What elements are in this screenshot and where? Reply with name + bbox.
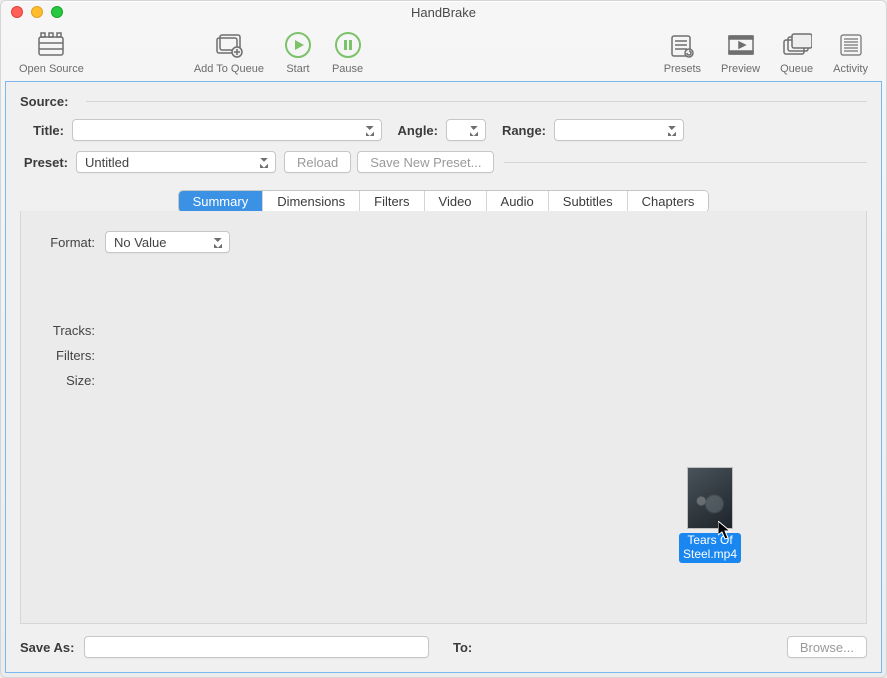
presets-label: Presets [664,63,701,75]
summary-panel: Format: No Value Tracks: Filters: Size: … [20,211,867,624]
queue-icon [782,29,812,61]
presets-button[interactable]: Presets [654,29,711,75]
tab-dimensions[interactable]: Dimensions [263,191,360,212]
angle-select[interactable] [446,119,486,141]
tab-summary[interactable]: Summary [179,191,264,212]
reload-button[interactable]: Reload [284,151,351,173]
tab-filters[interactable]: Filters [360,191,424,212]
open-source-icon [36,29,66,61]
angle-label: Angle: [396,123,438,138]
save-new-preset-button[interactable]: Save New Preset... [357,151,494,173]
toolbar-right: Presets Preview Queue Activity [654,29,878,75]
preview-label: Preview [721,63,760,75]
browse-button[interactable]: Browse... [787,636,867,658]
tabs: Summary Dimensions Filters Video Audio S… [179,191,709,212]
tab-audio[interactable]: Audio [487,191,549,212]
start-button[interactable]: Start [274,29,322,75]
title-label: Title: [20,123,64,138]
file-thumbnail-icon [687,467,733,529]
pause-icon [334,29,362,61]
dragged-file[interactable]: Tears Of Steel.mp4 [674,467,746,563]
preview-icon [727,29,755,61]
tab-chapters[interactable]: Chapters [628,191,709,212]
add-to-queue-button[interactable]: Add To Queue [184,29,274,75]
close-icon[interactable] [11,6,23,18]
titlebar: HandBrake [1,1,886,23]
tab-video[interactable]: Video [425,191,487,212]
source-label: Source: [20,94,68,109]
format-select[interactable]: No Value [105,231,230,253]
add-queue-icon [214,29,244,61]
open-source-button[interactable]: Open Source [9,29,94,75]
pause-label: Pause [332,63,363,75]
save-as-input[interactable] [84,636,429,658]
tracks-row: Tracks: [39,323,848,338]
size-row: Size: [39,373,848,388]
zoom-icon[interactable] [51,6,63,18]
title-select[interactable] [72,119,382,141]
preview-button[interactable]: Preview [711,29,770,75]
tab-subtitles[interactable]: Subtitles [549,191,628,212]
filters-label: Filters: [39,348,95,363]
start-label: Start [286,63,309,75]
queue-button[interactable]: Queue [770,29,823,75]
filters-row: Filters: [39,348,848,363]
traffic-lights [1,6,63,18]
preset-select[interactable]: Untitled [76,151,276,173]
tracks-label: Tracks: [39,323,95,338]
format-label: Format: [39,235,95,250]
main-content: Source: Title: Angle: Range: Preset: Unt… [5,81,882,673]
queue-label: Queue [780,63,813,75]
range-select[interactable] [554,119,684,141]
size-label: Size: [39,373,95,388]
add-queue-label: Add To Queue [194,63,264,75]
toolbar-left: Open Source Add To Queue Start Pause [9,29,373,75]
to-label: To: [453,640,517,655]
window-title: HandBrake [1,5,886,20]
range-label: Range: [500,123,546,138]
play-icon [284,29,312,61]
open-source-label: Open Source [19,63,84,75]
preset-row: Preset: Untitled Reload Save New Preset.… [20,151,867,173]
save-row: Save As: To: Browse... [20,636,867,658]
window: HandBrake Open Source Add To Queue [0,0,887,678]
source-row: Source: [20,94,867,109]
save-as-label: Save As: [20,640,84,655]
dragged-file-label: Tears Of Steel.mp4 [679,533,741,563]
activity-label: Activity [833,63,868,75]
minimize-icon[interactable] [31,6,43,18]
pause-button[interactable]: Pause [322,29,373,75]
toolbar: Open Source Add To Queue Start Pause [1,23,886,81]
title-row: Title: Angle: Range: [20,119,867,141]
preset-label: Preset: [20,155,68,170]
activity-button[interactable]: Activity [823,29,878,75]
activity-icon [838,29,864,61]
presets-icon [669,29,695,61]
format-row: Format: No Value [39,231,848,253]
